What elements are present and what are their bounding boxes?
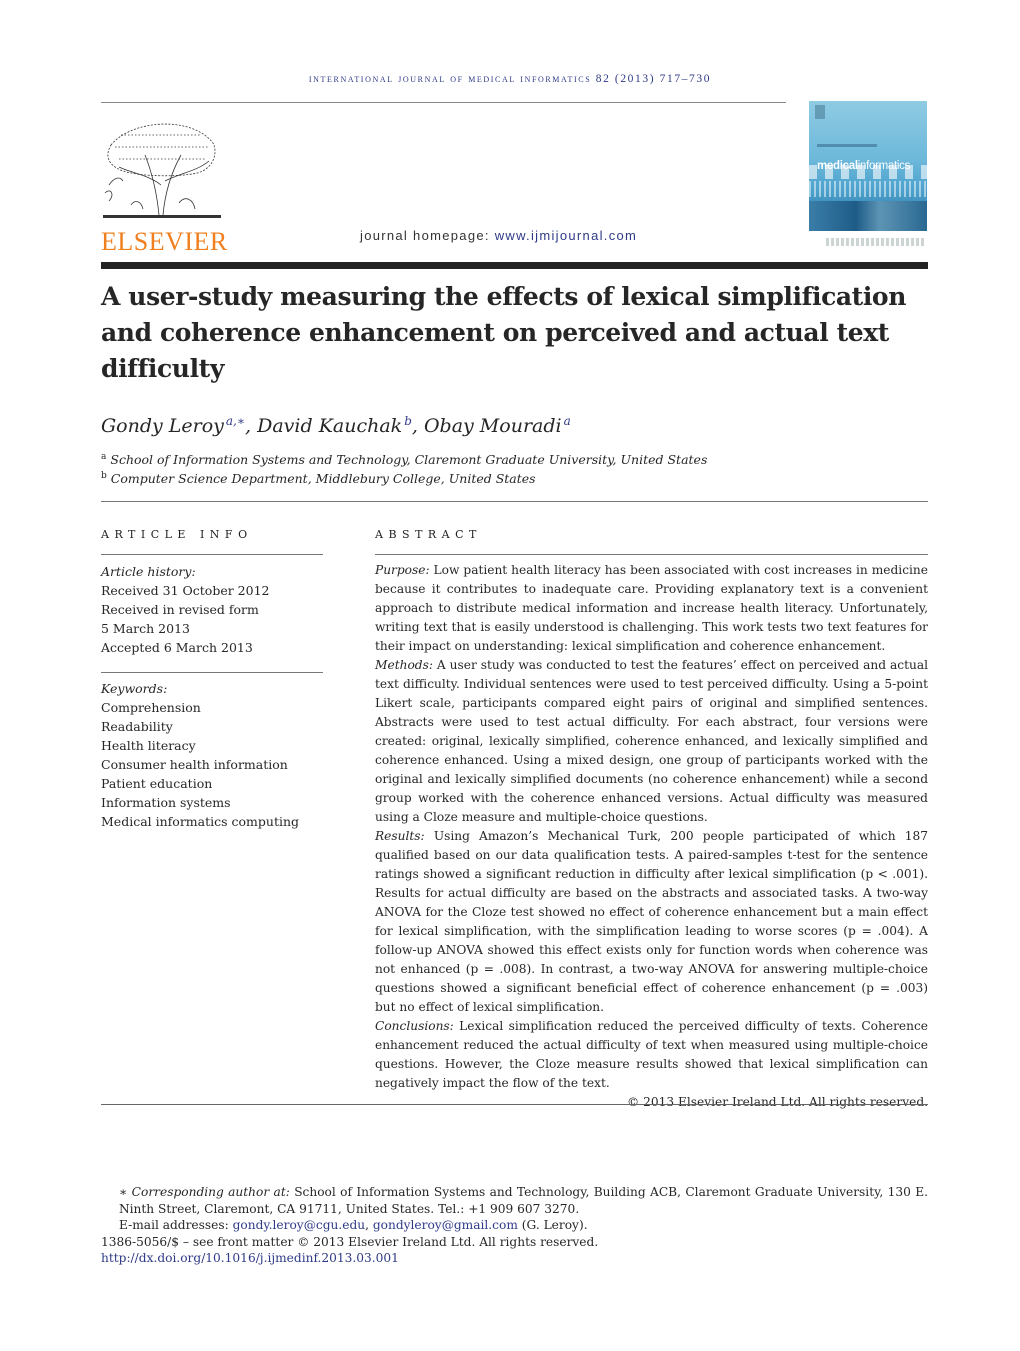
affiliation: a School of Information Systems and Techn… — [101, 452, 707, 467]
keyword-item: Patient education — [101, 776, 213, 791]
corresponding-label: Corresponding author at: — [131, 1185, 290, 1199]
abstract-section-label: Conclusions: — [375, 1019, 454, 1033]
affiliation-text: School of Information Systems and Techno… — [110, 452, 708, 467]
author-name[interactable]: David Kauchak — [257, 415, 402, 437]
journal-cover-image[interactable]: medicalinformatics — [809, 101, 927, 231]
title-rule — [101, 262, 928, 269]
affiliation: b Computer Science Department, Middlebury… — [101, 471, 536, 486]
article-title: A user-study measuring the effects of le… — [101, 282, 906, 383]
cover-scene — [809, 201, 927, 231]
homepage-label: journal homepage: — [360, 228, 495, 243]
footnote-mark: ∗ — [119, 1185, 128, 1199]
cover-caption — [826, 238, 926, 246]
email-separator: , — [365, 1218, 373, 1232]
author-name[interactable]: Gondy Leroy — [101, 415, 224, 437]
article-info-rule — [101, 554, 323, 555]
affiliation-rule — [101, 501, 928, 502]
issn-line: 1386-5056/$ – see front matter © 2013 El… — [101, 1234, 599, 1249]
running-head: International Journal of Medical Informa… — [308, 73, 712, 85]
keyword-item: Readability — [101, 719, 173, 734]
abstract-purpose: Purpose: Low patient health literacy has… — [375, 561, 928, 656]
keyword-item: Information systems — [101, 795, 231, 810]
history-item: Received 31 October 2012 — [101, 583, 270, 598]
footnotes: ∗ Corresponding author at: School of Inf… — [101, 1184, 928, 1267]
keywords: Keywords: Comprehension Readability Heal… — [101, 679, 323, 831]
cover-band — [809, 181, 927, 197]
article-history-label: Article history: — [101, 564, 196, 579]
email-suffix: (G. Leroy). — [517, 1218, 588, 1232]
history-item: 5 March 2013 — [101, 621, 190, 636]
abstract-methods: Methods: A user study was conducted to t… — [375, 656, 928, 827]
abstract-heading: ABSTRACT — [375, 528, 482, 541]
email-label: E-mail addresses: — [119, 1218, 233, 1232]
abstract-results: Results: Using Amazon’s Mechanical Turk,… — [375, 827, 928, 1017]
history-item: Received in revised form — [101, 602, 259, 617]
author-name[interactable]: Obay Mouradi — [424, 415, 562, 437]
abstract-conclusions: Conclusions: Lexical simplification redu… — [375, 1017, 928, 1093]
affiliation-mark: b — [101, 471, 107, 481]
publisher-logo-text: ELSEVIER — [101, 227, 228, 256]
email-note: E-mail addresses: gondy.leroy@cgu.edu, g… — [101, 1217, 928, 1234]
abstract-copyright: © 2013 Elsevier Ireland Ltd. All rights … — [627, 1095, 928, 1109]
abstract-rule — [375, 554, 928, 555]
affiliation-mark: a — [101, 452, 107, 462]
affiliation-text: Computer Science Department, Middlebury … — [110, 471, 536, 486]
author-marks[interactable]: a — [564, 414, 571, 428]
author-separator: , — [245, 415, 258, 437]
author-marks[interactable]: a,∗ — [226, 414, 245, 428]
elsevier-tree-icon — [103, 123, 221, 218]
article-info-heading: ARTICLE INFO — [101, 528, 253, 541]
keyword-item: Medical informatics computing — [101, 814, 300, 829]
abstract-section-text: Using Amazon’s Mechanical Turk, 200 peop… — [375, 829, 928, 1014]
abstract-section-text: A user study was conducted to test the f… — [375, 658, 928, 824]
keywords-label: Keywords: — [101, 681, 168, 696]
author-marks[interactable]: b — [404, 414, 412, 428]
journal-homepage: journal homepage: www.ijmijournal.com — [360, 228, 637, 243]
elsevier-logo[interactable]: ELSEVIER — [101, 115, 228, 256]
abstract-bottom-rule — [101, 1104, 928, 1105]
keyword-item: Comprehension — [101, 700, 201, 715]
abstract-section-label: Purpose: — [375, 563, 430, 577]
email-link[interactable]: gondy.leroy@cgu.edu — [233, 1218, 366, 1232]
keywords-rule — [101, 672, 323, 673]
history-item: Accepted 6 March 2013 — [101, 640, 253, 655]
abstract-section-text: Low patient health literacy has been ass… — [375, 563, 928, 653]
abstract-section-label: Methods: — [375, 658, 433, 672]
keyword-item: Health literacy — [101, 738, 196, 753]
abstract-section-text: Lexical simplification reduced the perce… — [375, 1019, 928, 1090]
article-history: Article history: Received 31 October 201… — [101, 562, 323, 657]
cover-elsevier-mark — [815, 105, 825, 119]
author-list: Gondy Leroy a,∗, David Kauchak b, Obay Mou… — [101, 414, 571, 437]
header-rule — [101, 102, 786, 103]
keyword-item: Consumer health information — [101, 757, 288, 772]
abstract-section-label: Results: — [375, 829, 425, 843]
doi-link[interactable]: http://dx.doi.org/10.1016/j.ijmedinf.201… — [101, 1251, 399, 1265]
homepage-link[interactable]: www.ijmijournal.com — [495, 228, 637, 243]
cover-kicker — [817, 144, 877, 147]
author-separator: , — [411, 415, 424, 437]
abstract-body: Purpose: Low patient health literacy has… — [375, 561, 928, 1112]
email-link[interactable]: gondyleroy@gmail.com — [373, 1218, 518, 1232]
cover-lights — [809, 165, 927, 179]
corresponding-author-note: ∗ Corresponding author at: School of Inf… — [101, 1184, 928, 1217]
